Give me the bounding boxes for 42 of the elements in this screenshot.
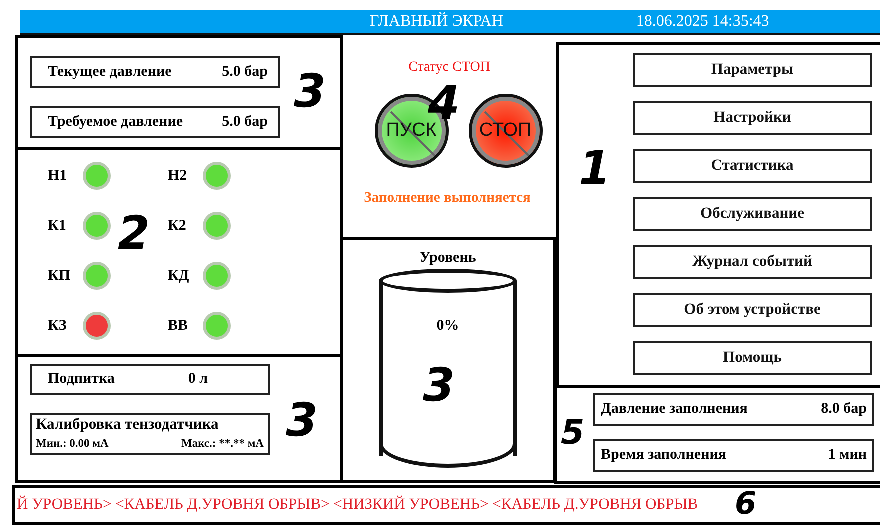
callout-number: 3 <box>423 362 456 408</box>
date-time: 18.06.2025 14:35:43 <box>636 12 770 30</box>
alarm-text: Й УРОВЕНЬ> <КАБЕЛЬ Д.УРОВНЯ ОБРЫВ> <НИЗКИЙ УРОВЕНЬ> <КАБЕЛЬ Д.УРОВНЯ ОБРЫВ <box>16 496 698 514</box>
lamp-label: КД <box>168 268 190 284</box>
menu-button[interactable]: Журнал событий <box>633 245 872 279</box>
callout-number: 2 <box>118 210 150 256</box>
lamp-label: КП <box>48 268 72 284</box>
field-value: 0 л <box>188 371 208 388</box>
min-value: Мин.: 0.00 мА <box>36 438 109 450</box>
lamp-label: К1 <box>48 218 68 234</box>
menu-button[interactable]: Параметры <box>633 53 872 87</box>
lamp-label: Н2 <box>168 168 188 184</box>
field-label: Подпитка <box>48 371 115 388</box>
field-value: 1 мин <box>828 447 867 464</box>
level-title: Уровень <box>420 250 476 267</box>
screen-title: ГЛАВНЫЙ ЭКРАН <box>370 12 504 30</box>
callout-number: 3 <box>294 68 326 114</box>
field-value: 8.0 бар <box>821 401 867 418</box>
callout-number: 6 <box>735 489 757 520</box>
menu-button[interactable]: Настройки <box>633 101 872 135</box>
lamp-label: Н1 <box>48 168 68 184</box>
callout-number: 3 <box>286 397 318 443</box>
field-value: 5.0 бар <box>222 114 268 130</box>
field-label: Текущее давление <box>48 64 172 80</box>
menu-button[interactable]: Статистика <box>633 149 872 183</box>
menu-button[interactable]: Обслуживание <box>633 197 872 231</box>
lamp-label: ВВ <box>168 318 190 334</box>
callout-number: 1 <box>579 145 612 191</box>
lamp-label: К2 <box>168 218 188 234</box>
field-value: 5.0 бар <box>222 64 268 80</box>
status-message: Заполнение выполняется <box>364 190 531 207</box>
field-label: Требуемое давление <box>48 114 183 130</box>
callout-number: 5 <box>561 416 585 450</box>
max-value: Макс.: **.** мА <box>181 438 264 450</box>
field-label: Давление заполнения <box>601 401 748 418</box>
status-text: Статус СТОП <box>408 60 490 76</box>
lamp-label: КЗ <box>48 318 68 334</box>
field-label: Время заполнения <box>601 447 726 464</box>
menu-button[interactable]: Помощь <box>633 341 872 375</box>
calibration-title: Калибровка тензодатчика <box>36 416 220 434</box>
menu-button[interactable]: Об этом устройстве <box>633 293 872 327</box>
level-reading: 0% <box>436 318 460 335</box>
